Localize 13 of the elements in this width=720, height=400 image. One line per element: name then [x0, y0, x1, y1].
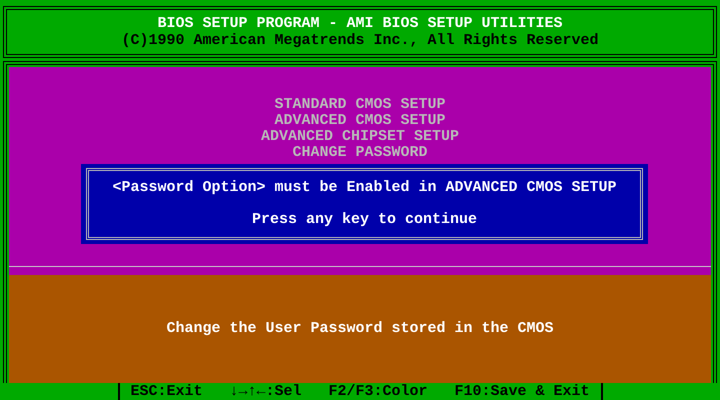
dialog-prompt: Press any key to continue [252, 212, 478, 228]
help-text: Change the User Password stored in the CMOS [166, 320, 554, 337]
dialog-message: <Password Option> must be Enabled in ADVANCED CMOS SETUP [112, 180, 617, 196]
key-hint: ESC:Exit [130, 383, 202, 400]
key-hint: F2/F3:Color [328, 383, 428, 400]
menu-item[interactable]: ADVANCED CMOS SETUP [274, 113, 446, 129]
copyright-text: (C)1990 American Megatrends Inc., All Rights Reserved [121, 32, 599, 49]
key-hint: ↓→↑←:Sel [229, 383, 302, 400]
program-title: BIOS SETUP PROGRAM - AMI BIOS SETUP UTILITIES [157, 15, 563, 32]
key-hint: F10:Save & Exit [454, 383, 590, 400]
menu-item[interactable]: CHANGE PASSWORD [292, 145, 428, 161]
menu-item[interactable]: STANDARD CMOS SETUP [274, 97, 446, 113]
menu-item[interactable]: ADVANCED CHIPSET SETUP [260, 129, 460, 145]
